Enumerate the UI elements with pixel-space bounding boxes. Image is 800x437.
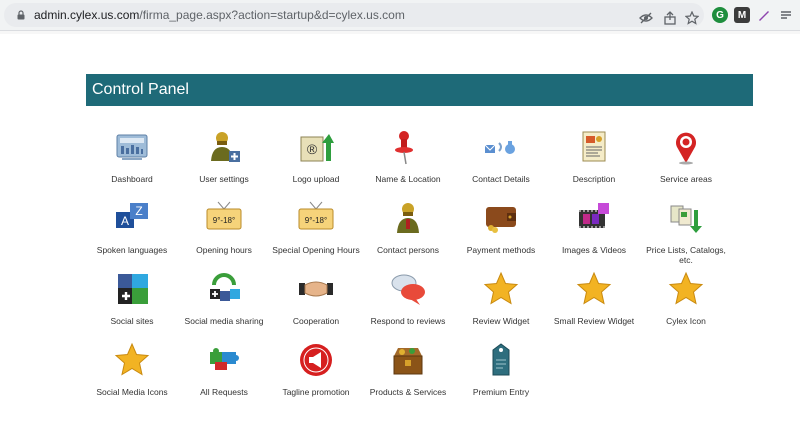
languages-icon: A Z	[116, 203, 148, 228]
description-icon	[582, 131, 606, 162]
dashboard-icon	[116, 134, 148, 160]
browser-toolbar: admin.cylex.us.com/firma_page.aspx?actio…	[0, 0, 800, 31]
page-top-strip	[0, 31, 800, 34]
tile-label: Spoken languages	[96, 245, 168, 255]
megaphone-icon	[300, 344, 332, 376]
social-sites-icon	[118, 274, 148, 304]
tile-label: Social media sharing	[184, 316, 264, 326]
tile-social-media-sharing[interactable]: Social media sharing	[177, 271, 271, 326]
tile-small-review-widget[interactable]: Small Review Widget	[547, 271, 641, 326]
tile-label: Images & Videos	[561, 245, 627, 255]
tile-label: Logo upload	[292, 174, 340, 184]
star-icon	[114, 342, 150, 376]
tile-premium-entry[interactable]: Premium Entry	[454, 342, 548, 397]
pen-extension-icon[interactable]	[756, 7, 772, 23]
tile-price-lists[interactable]: Price Lists, Catalogs, etc.	[639, 200, 733, 265]
tile-label: Special Opening Hours	[272, 245, 360, 255]
pushpin-icon	[395, 131, 413, 165]
tile-label: Tagline promotion	[282, 387, 350, 397]
tile-label: Price Lists, Catalogs, etc.	[646, 245, 726, 265]
tile-label: Contact persons	[377, 245, 439, 255]
user-settings-icon	[211, 132, 240, 162]
tile-payment-methods[interactable]: Payment methods	[454, 200, 548, 255]
tile-label: Cylex Icon	[666, 316, 706, 326]
speech-bubbles-icon	[391, 274, 425, 305]
svg-text:®: ®	[307, 141, 318, 157]
grammarly-extension-icon[interactable]: G	[712, 7, 728, 23]
tile-cylex-icon[interactable]: Cylex Icon	[639, 271, 733, 326]
svg-text:Z: Z	[135, 204, 142, 218]
tile-label: Service areas	[660, 174, 712, 184]
treasure-box-icon	[393, 348, 423, 375]
svg-text:9°-18°: 9°-18°	[213, 216, 235, 225]
tile-label: Dashboard	[111, 174, 153, 184]
control-panel-header: Control Panel	[86, 74, 753, 106]
tile-label: Description	[572, 174, 616, 184]
tile-user-settings[interactable]: User settings	[177, 129, 271, 184]
social-sharing-icon	[210, 273, 240, 301]
film-icon	[579, 203, 609, 228]
tile-special-opening-hours[interactable]: 9°-18° Special Opening Hours	[269, 200, 363, 255]
tag-icon	[492, 343, 510, 376]
opening-hours-icon: 9°-18°	[206, 201, 242, 230]
tile-label: All Requests	[200, 387, 248, 397]
puzzle-icon	[210, 348, 239, 370]
tile-spoken-languages[interactable]: A Z Spoken languages	[85, 200, 179, 255]
star-icon	[483, 271, 519, 305]
address-bar[interactable]: admin.cylex.us.com/firma_page.aspx?actio…	[4, 3, 704, 27]
price-list-icon	[670, 205, 702, 233]
wallet-icon	[486, 207, 516, 233]
tile-label: Small Review Widget	[553, 316, 635, 326]
tile-label: Opening hours	[196, 245, 252, 255]
handshake-icon	[299, 281, 333, 297]
tile-label: Name & Location	[375, 174, 441, 184]
tile-contact-details[interactable]: Contact Details	[454, 129, 548, 184]
extension-menu-icon[interactable]	[778, 7, 794, 23]
tile-tagline-promotion[interactable]: Tagline promotion	[269, 342, 363, 397]
tile-label: Contact Details	[472, 174, 530, 184]
logo-upload-icon: ®	[300, 134, 334, 162]
svg-text:9°-18°: 9°-18°	[305, 216, 327, 225]
tile-social-sites[interactable]: Social sites	[85, 271, 179, 326]
tile-cooperation[interactable]: Cooperation	[269, 271, 363, 326]
m-extension-icon[interactable]: M	[734, 7, 750, 23]
url-text: admin.cylex.us.com/firma_page.aspx?actio…	[34, 8, 405, 22]
tile-service-areas[interactable]: Service areas	[639, 129, 733, 184]
tile-all-requests[interactable]: All Requests	[177, 342, 271, 397]
share-icon[interactable]	[662, 10, 678, 26]
tile-label: Cooperation	[292, 316, 340, 326]
tile-dashboard[interactable]: Dashboard	[85, 129, 179, 184]
star-icon	[668, 271, 704, 305]
tile-label: User settings	[199, 174, 249, 184]
star-icon	[576, 271, 612, 305]
map-pin-icon	[676, 132, 696, 165]
tile-description[interactable]: Description	[547, 129, 641, 184]
tile-label: Products & Services	[369, 387, 447, 397]
tile-opening-hours[interactable]: 9°-18° Opening hours	[177, 200, 271, 255]
tile-contact-persons[interactable]: Contact persons	[361, 200, 455, 255]
tile-label: Premium Entry	[472, 387, 530, 397]
tile-label: Social sites	[110, 316, 154, 326]
tile-respond-to-reviews[interactable]: Respond to reviews	[361, 271, 455, 326]
eye-off-icon[interactable]	[638, 10, 654, 26]
contact-persons-icon	[397, 203, 419, 233]
url-path: /firma_page.aspx?action=startup&d=cylex.…	[139, 8, 405, 22]
url-host: admin.cylex.us.com	[34, 8, 140, 22]
tile-label: Review Widget	[472, 316, 530, 326]
bookmark-star-icon[interactable]	[684, 10, 700, 26]
special-opening-hours-icon: 9°-18°	[298, 201, 334, 230]
tile-name-location[interactable]: Name & Location	[361, 129, 455, 184]
tile-social-media-icons[interactable]: Social Media Icons	[85, 342, 179, 397]
lock-icon	[17, 10, 25, 20]
contact-details-icon	[484, 141, 515, 154]
tile-products-services[interactable]: Products & Services	[361, 342, 455, 397]
svg-text:A: A	[121, 214, 129, 228]
tile-label: Social Media Icons	[96, 387, 168, 397]
panel-title: Control Panel	[92, 81, 189, 98]
tile-images-videos[interactable]: Images & Videos	[547, 200, 641, 255]
tile-logo-upload[interactable]: ® Logo upload	[269, 129, 363, 184]
tile-review-widget[interactable]: Review Widget	[454, 271, 548, 326]
tile-label: Payment methods	[466, 245, 536, 255]
tile-label: Respond to reviews	[370, 316, 446, 326]
